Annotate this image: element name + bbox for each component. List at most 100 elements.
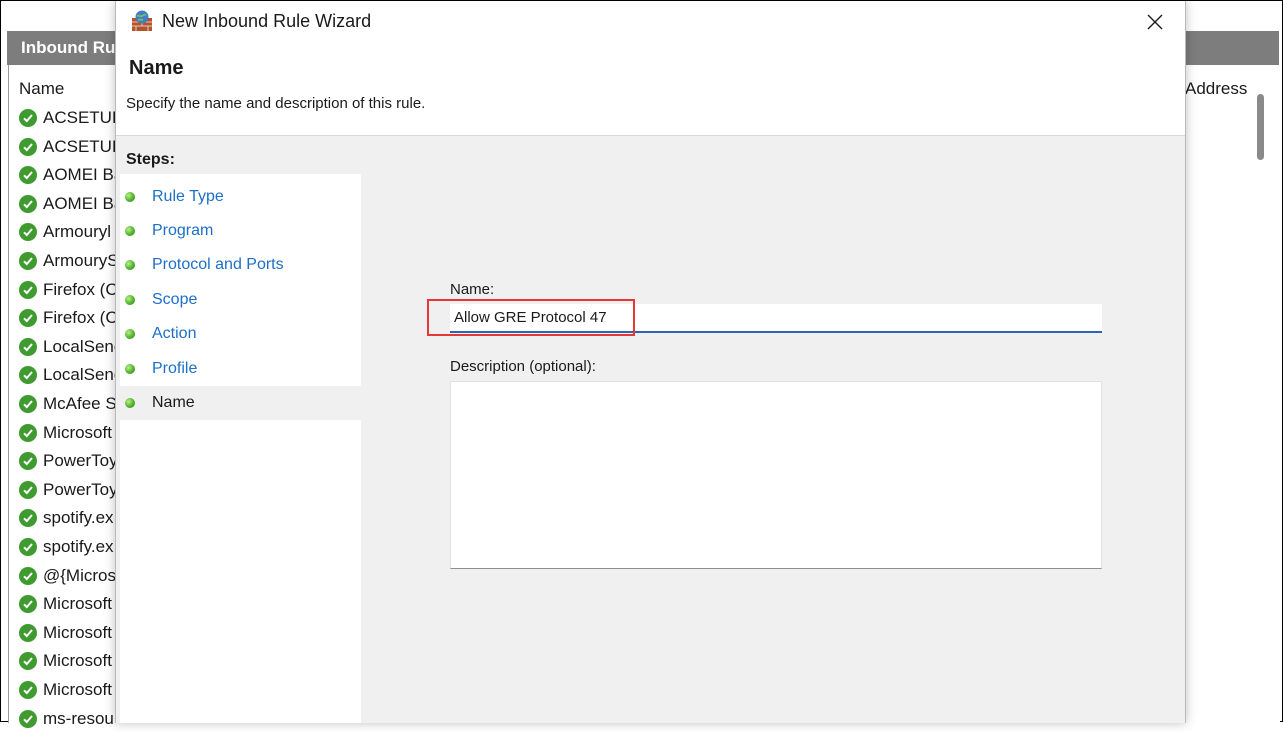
green-dot-icon: [125, 226, 135, 236]
check-circle-icon: [19, 223, 37, 242]
rule-row[interactable]: AOMEI Ba: [19, 191, 123, 217]
check-circle-icon: [19, 480, 37, 499]
wizard-header: Name Specify the name and description of…: [116, 43, 1185, 135]
rule-name: PowerToy: [43, 479, 118, 499]
check-circle-icon: [19, 137, 37, 156]
rule-row[interactable]: Firefox (C: [19, 277, 118, 303]
rule-row[interactable]: Microsoft: [19, 620, 112, 646]
check-circle-icon: [19, 681, 37, 699]
rule-name: PowerToy: [43, 451, 118, 471]
step-rule-type[interactable]: Rule Type: [120, 180, 361, 214]
close-button[interactable]: [1135, 5, 1175, 39]
rule-row[interactable]: Armouryl: [19, 219, 111, 245]
column-header-address[interactable]: Address: [1185, 79, 1247, 99]
check-circle-icon: [19, 623, 37, 642]
rule-row[interactable]: ms-resou: [19, 706, 114, 732]
rule-row[interactable]: LocalSenc: [19, 362, 122, 388]
step-label: Program: [152, 222, 214, 239]
rule-row[interactable]: Microsoft: [19, 591, 112, 617]
rule-row[interactable]: ArmouryS: [19, 248, 119, 274]
check-circle-icon: [19, 452, 37, 471]
scrollbar-thumb[interactable]: [1257, 94, 1264, 160]
check-circle-icon: [19, 194, 37, 213]
rule-row[interactable]: spotify.ex: [19, 505, 114, 531]
rule-name: Microsoft: [43, 594, 112, 614]
panel-title: Inbound Ru: [21, 38, 116, 57]
rule-name: Firefox (C: [43, 308, 118, 328]
check-circle-icon: [19, 252, 37, 270]
column-header-name[interactable]: Name: [19, 79, 64, 99]
check-circle-icon: [19, 652, 37, 671]
green-dot-icon: [125, 192, 135, 202]
step-name[interactable]: Name: [120, 386, 361, 420]
rule-name: Microsoft: [43, 651, 112, 671]
check-circle-icon: [19, 395, 37, 413]
step-profile[interactable]: Profile: [120, 352, 361, 386]
rule-row[interactable]: Microsoft: [19, 420, 112, 446]
firewall-wizard-icon: [130, 9, 154, 33]
rule-name: LocalSenc: [43, 365, 123, 385]
rule-name: ACSETUP: [43, 108, 124, 127]
rule-name: Microsoft: [43, 680, 112, 699]
green-dot-icon: [125, 364, 135, 374]
new-inbound-rule-wizard-dialog: New Inbound Rule Wizard Name Specify the…: [115, 1, 1186, 723]
steps-header: Steps:: [120, 142, 361, 174]
rule-name: spotify.ex: [43, 537, 114, 556]
step-label: Protocol and Ports: [152, 256, 284, 273]
step-program[interactable]: Program: [120, 214, 361, 248]
rule-row[interactable]: @{Micros: [19, 563, 116, 589]
green-dot-icon: [125, 329, 135, 339]
rule-row[interactable]: ACSETUP: [19, 105, 123, 131]
check-circle-icon: [19, 337, 37, 356]
page-description: Specify the name and description of this…: [126, 95, 426, 112]
steps-title: Steps:: [126, 151, 175, 168]
check-circle-icon: [19, 366, 37, 385]
rule-name: Microsoft: [43, 622, 112, 642]
name-field[interactable]: [450, 304, 1102, 333]
name-label: Name:: [450, 281, 495, 298]
description-field[interactable]: [450, 381, 1102, 569]
rule-row[interactable]: PowerToy: [19, 448, 118, 474]
step-label: Scope: [152, 291, 198, 308]
green-dot-icon: [125, 295, 135, 305]
step-label: Name: [152, 394, 195, 411]
page-title: Name: [129, 57, 184, 79]
check-circle-icon: [19, 709, 37, 728]
check-circle-icon: [19, 423, 37, 442]
check-circle-icon: [19, 595, 37, 614]
check-circle-icon: [19, 509, 37, 528]
check-circle-icon: [19, 280, 37, 299]
step-label: Rule Type: [152, 188, 224, 205]
rule-name: spotify.ex: [43, 508, 114, 528]
rule-row[interactable]: Microsoft: [19, 677, 112, 703]
steps-panel: Steps: Rule Type Program Protocol and Po…: [120, 142, 361, 723]
rule-name: Armouryl: [43, 222, 112, 242]
step-protocol-and-ports[interactable]: Protocol and Ports: [120, 248, 361, 282]
step-label: Action: [152, 325, 197, 342]
rule-row[interactable]: PowerToy: [19, 477, 118, 503]
green-dot-icon: [125, 260, 135, 270]
rule-row[interactable]: spotify.ex: [19, 534, 114, 560]
rule-name: AOMEI Ba: [43, 165, 124, 185]
rule-row[interactable]: ACSETUP: [19, 134, 123, 160]
rule-name: LocalSenc: [43, 336, 123, 356]
green-dot-icon: [125, 398, 135, 408]
rule-row[interactable]: AOMEI Ba: [19, 162, 123, 188]
rule-name: Firefox (C: [43, 279, 118, 299]
step-action[interactable]: Action: [120, 317, 361, 351]
rule-row[interactable]: Microsoft: [19, 648, 112, 674]
rule-name: ArmouryS: [43, 251, 119, 270]
rule-name: ms-resou: [43, 708, 114, 728]
step-scope[interactable]: Scope: [120, 283, 361, 317]
rule-name: McAfee S: [43, 394, 117, 413]
rule-row[interactable]: Firefox (C: [19, 305, 118, 331]
check-circle-icon: [19, 109, 37, 127]
rule-row[interactable]: LocalSenc: [19, 334, 122, 360]
window-title: New Inbound Rule Wizard: [162, 11, 372, 31]
rule-name: ACSETUP: [43, 136, 124, 156]
description-label: Description (optional):: [450, 358, 596, 375]
check-circle-icon: [19, 538, 37, 556]
rule-row[interactable]: McAfee S: [19, 391, 117, 417]
wizard-body: Steps: Rule Type Program Protocol and Po…: [116, 135, 1185, 723]
rule-name: Microsoft: [43, 422, 112, 442]
